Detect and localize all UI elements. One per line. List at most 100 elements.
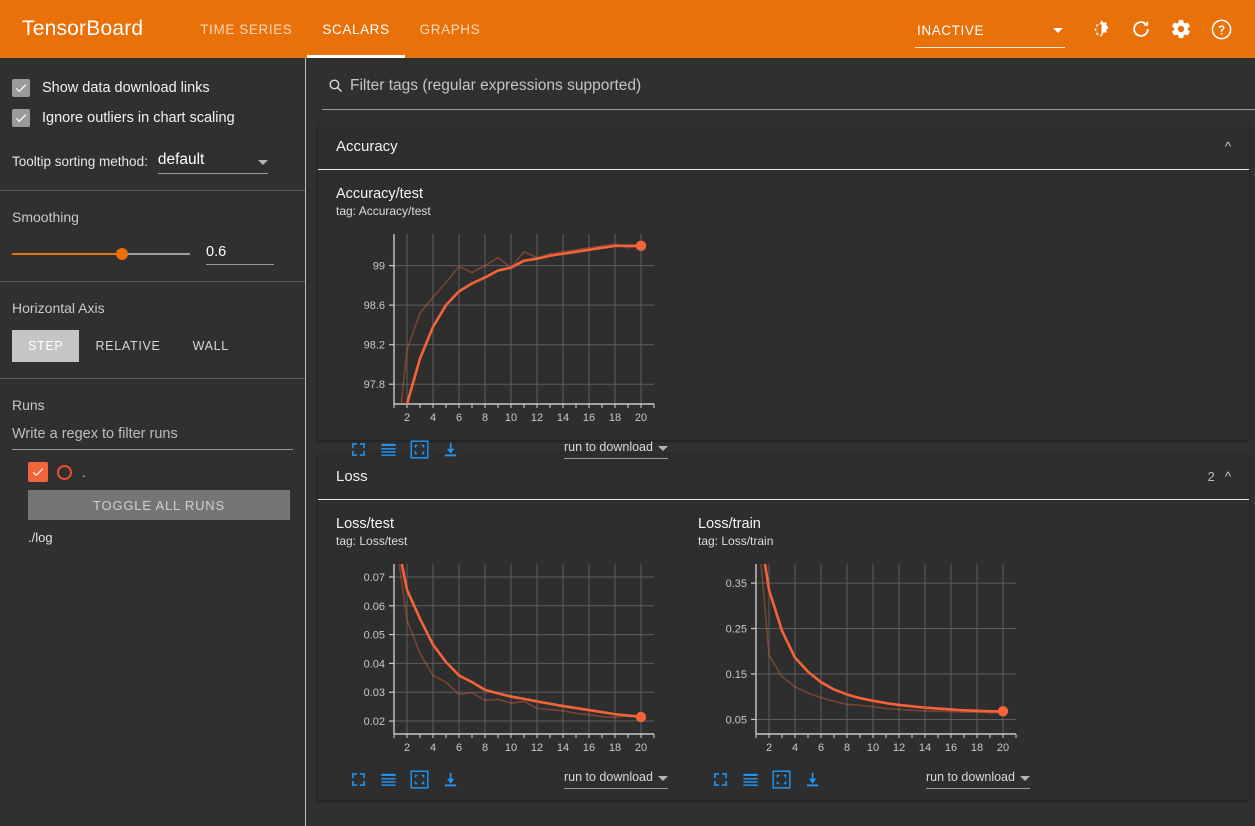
chart-loss-train: Loss/train tag: Loss/train 0.05 0.15 0.25 0… bbox=[680, 510, 1042, 800]
svg-text:14: 14 bbox=[557, 742, 569, 754]
setting-ignore-outliers[interactable]: Ignore outliers in chart scaling bbox=[12, 103, 305, 133]
slider-thumb[interactable] bbox=[116, 248, 129, 260]
chart-title: Loss/test bbox=[336, 516, 395, 532]
horizontal-axis-label: Horizontal Axis bbox=[12, 300, 105, 316]
top-app-bar: TensorBoard TIME SERIES SCALARS GRAPHS I… bbox=[0, 0, 1255, 58]
toggle-y-log-icon[interactable] bbox=[380, 441, 397, 458]
plot-loss-test[interactable]: 0.02 0.03 0.04 0.05 0.06 0.07 2 4 6 8 10 12 14 16 18 20 bbox=[336, 556, 680, 766]
nav-tabs: TIME SERIES SCALARS GRAPHS bbox=[185, 0, 495, 58]
tag-filter-input[interactable] bbox=[348, 76, 1255, 95]
divider bbox=[0, 190, 305, 191]
data-selection-icon[interactable] bbox=[772, 770, 791, 789]
axis-option-relative[interactable]: RELATIVE bbox=[79, 330, 176, 362]
chevron-up-icon[interactable]: ^ bbox=[1225, 470, 1231, 483]
svg-text:0.25: 0.25 bbox=[726, 624, 747, 636]
runs-filter-wrap bbox=[12, 425, 293, 450]
download-svg-icon[interactable] bbox=[442, 771, 459, 788]
card-header-accuracy[interactable]: Accuracy ^ bbox=[318, 124, 1249, 170]
run-checkbox[interactable] bbox=[28, 462, 48, 482]
svg-text:6: 6 bbox=[818, 742, 824, 754]
svg-text:14: 14 bbox=[919, 742, 931, 754]
toggle-y-log-icon[interactable] bbox=[742, 771, 759, 788]
svg-text:0.05: 0.05 bbox=[364, 630, 385, 642]
run-to-download-label: run to download bbox=[926, 770, 1015, 784]
svg-text:20: 20 bbox=[635, 742, 647, 754]
axis-option-step[interactable]: STEP bbox=[12, 330, 80, 362]
svg-text:0.15: 0.15 bbox=[726, 669, 747, 681]
checkbox-ignore-outliers[interactable] bbox=[12, 109, 30, 127]
svg-text:2: 2 bbox=[766, 742, 772, 754]
smoothing-slider[interactable] bbox=[12, 246, 190, 262]
data-selection-icon[interactable] bbox=[410, 770, 429, 789]
refresh-icon[interactable] bbox=[1121, 9, 1161, 49]
tab-graphs[interactable]: GRAPHS bbox=[405, 0, 496, 58]
svg-text:99: 99 bbox=[373, 261, 385, 273]
svg-text:12: 12 bbox=[531, 412, 543, 424]
card-title-accuracy: Accuracy bbox=[336, 138, 398, 155]
svg-text:18: 18 bbox=[609, 742, 621, 754]
svg-text:4: 4 bbox=[430, 412, 436, 424]
chart-title: Loss/train bbox=[698, 516, 761, 532]
plot-accuracy-test[interactable]: 97.8 98.2 98.6 99 2 4 6 8 10 12 14 16 18 20 bbox=[336, 226, 680, 436]
run-color-swatch bbox=[57, 464, 72, 480]
card-header-right: ^ bbox=[1225, 140, 1231, 153]
smoothing-value-field[interactable]: 0.6 bbox=[206, 243, 274, 265]
axis-option-wall[interactable]: WALL bbox=[177, 330, 245, 362]
data-selection-icon[interactable] bbox=[410, 440, 429, 459]
svg-text:20: 20 bbox=[997, 742, 1009, 754]
svg-text:6: 6 bbox=[456, 412, 462, 424]
tensorboard-app: TensorBoard TIME SERIES SCALARS GRAPHS I… bbox=[0, 0, 1255, 826]
svg-text:2: 2 bbox=[404, 412, 410, 424]
run-to-download-select[interactable]: run to download bbox=[564, 770, 668, 789]
tooltip-sorting-value: default bbox=[157, 151, 205, 168]
body-row: Show data download links Ignore outliers… bbox=[0, 58, 1255, 826]
svg-text:2: 2 bbox=[404, 742, 410, 754]
toggle-all-runs-button[interactable]: TOGGLE ALL RUNS bbox=[28, 490, 290, 520]
svg-text:8: 8 bbox=[482, 742, 488, 754]
svg-text:0.07: 0.07 bbox=[364, 572, 385, 584]
chevron-up-icon[interactable]: ^ bbox=[1225, 140, 1231, 153]
run-name: . bbox=[82, 464, 86, 480]
chevron-down-icon bbox=[658, 446, 668, 451]
run-to-download-select[interactable]: run to download bbox=[564, 440, 668, 459]
svg-text:0.05: 0.05 bbox=[726, 714, 747, 726]
run-to-download-label: run to download bbox=[564, 770, 653, 784]
chart-loss-test: Loss/test tag: Loss/test 0.02 0.03 0.04 0.0… bbox=[318, 510, 680, 800]
download-svg-icon[interactable] bbox=[804, 771, 821, 788]
tab-time-series[interactable]: TIME SERIES bbox=[185, 0, 307, 58]
run-to-download-label: run to download bbox=[564, 440, 653, 454]
main-panel: Accuracy ^ Accuracy/test tag: Accuracy/t… bbox=[306, 58, 1255, 826]
plot-loss-train[interactable]: 0.05 0.15 0.25 0.35 2 4 6 8 10 12 14 16 18 20 bbox=[698, 556, 1042, 766]
gear-icon[interactable] bbox=[1161, 9, 1201, 49]
run-list-item[interactable]: . bbox=[28, 462, 305, 482]
chart-tag: tag: Loss/test bbox=[336, 534, 408, 548]
card-chart-count: 2 bbox=[1207, 469, 1215, 484]
tooltip-sorting-select[interactable]: default bbox=[157, 151, 268, 174]
svg-text:10: 10 bbox=[505, 412, 517, 424]
download-svg-icon[interactable] bbox=[442, 441, 459, 458]
fit-domain-icon[interactable] bbox=[712, 771, 729, 788]
setting-show-data-download-links[interactable]: Show data download links bbox=[12, 73, 305, 103]
app-brand: TensorBoard bbox=[22, 17, 144, 40]
card-body-loss: Loss/test tag: Loss/test 0.02 0.03 0.04 0.0… bbox=[318, 500, 1249, 800]
card-body-accuracy: Accuracy/test tag: Accuracy/test 97.8 98.… bbox=[318, 170, 1249, 459]
toggle-y-log-icon[interactable] bbox=[380, 771, 397, 788]
svg-text:0.02: 0.02 bbox=[364, 716, 385, 728]
card-header-loss[interactable]: Loss 2 ^ bbox=[318, 454, 1249, 500]
svg-text:20: 20 bbox=[635, 412, 647, 424]
fit-domain-icon[interactable] bbox=[350, 441, 367, 458]
fit-domain-icon[interactable] bbox=[350, 771, 367, 788]
run-status-select[interactable]: INACTIVE bbox=[915, 14, 1065, 48]
chart-tool-icons bbox=[336, 440, 459, 459]
run-to-download-select[interactable]: run to download bbox=[926, 770, 1030, 789]
svg-text:16: 16 bbox=[583, 412, 595, 424]
runs-filter-input[interactable] bbox=[12, 426, 293, 442]
checkbox-show-download-links[interactable] bbox=[12, 79, 30, 97]
tab-scalars[interactable]: SCALARS bbox=[307, 0, 405, 58]
help-icon[interactable] bbox=[1201, 9, 1241, 49]
chart-tool-icons bbox=[698, 770, 821, 789]
svg-text:0.06: 0.06 bbox=[364, 601, 385, 613]
brightness-icon[interactable] bbox=[1081, 9, 1121, 49]
svg-text:4: 4 bbox=[430, 742, 436, 754]
tooltip-sorting-row: Tooltip sorting method: default bbox=[12, 151, 305, 174]
